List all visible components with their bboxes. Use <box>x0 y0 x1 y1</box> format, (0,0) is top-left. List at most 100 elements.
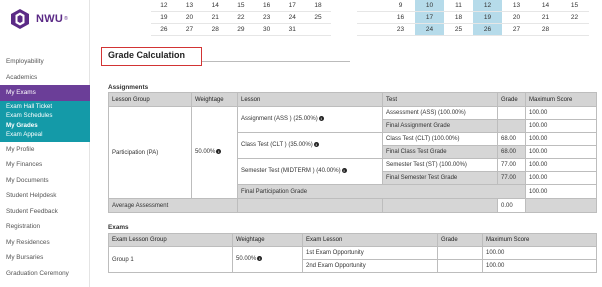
max-score: 100.00 <box>525 132 597 146</box>
sidebar-item-academics[interactable]: Academics <box>0 70 90 86</box>
calendar-day[interactable]: 13 <box>176 0 203 13</box>
final-participation-label: Final Participation Grade <box>237 184 526 199</box>
calendar-day[interactable]: 19 <box>151 11 177 24</box>
calendar-day[interactable]: 25 <box>305 11 331 24</box>
info-icon[interactable]: i <box>257 256 263 262</box>
table-header-row: Lesson Group Weightage Lesson Test Grade… <box>108 92 597 107</box>
calendar-day-highlighted[interactable]: 10 <box>415 0 444 13</box>
info-icon[interactable]: i <box>341 168 347 174</box>
sidebar-item-my-profile[interactable]: My Profile <box>0 142 90 158</box>
calendar-day-highlighted[interactable]: 12 <box>473 0 502 13</box>
calendar-day-highlighted[interactable]: 26 <box>473 23 502 36</box>
calendar-day[interactable]: 27 <box>502 23 531 36</box>
calendar-day[interactable]: 29 <box>228 23 254 36</box>
calendar-day[interactable]: 20 <box>502 11 531 24</box>
sidebar-subitem-exam-schedules[interactable]: Exam Schedules <box>0 111 90 121</box>
calendar-week: 9 10 11 12 13 14 15 <box>357 0 589 13</box>
average-spacer <box>525 198 597 213</box>
average-spacer <box>237 198 383 213</box>
table-row: Average Assessment 0.00 <box>108 198 597 213</box>
calendar-day[interactable]: 26 <box>151 23 177 36</box>
grade-value <box>437 259 483 273</box>
calendar-day[interactable]: 14 <box>202 0 229 13</box>
lesson-group-cell: Participation (PA) <box>108 106 192 199</box>
assignments-table: Lesson Group Weightage Lesson Test Grade… <box>108 92 597 213</box>
average-spacer <box>382 198 498 213</box>
sidebar-item-student-feedback[interactable]: Student Feedback <box>0 204 90 220</box>
lesson-name: Class Test (CLT ) (35.00%) <box>241 142 313 149</box>
sidebar-item-graduation-ceremony[interactable]: Graduation Ceremony <box>0 266 90 282</box>
info-icon[interactable]: i <box>216 149 222 155</box>
calendar-day[interactable]: 27 <box>176 23 203 36</box>
calendar-day[interactable]: 22 <box>228 11 254 24</box>
calendar-day <box>357 11 386 24</box>
calendar-day-highlighted[interactable]: 17 <box>415 11 444 24</box>
calendar-day[interactable]: 31 <box>279 23 306 36</box>
calendar-day[interactable]: 24 <box>279 11 306 24</box>
sidebar-subitem-my-grades[interactable]: My Grades <box>0 121 90 131</box>
brand-logo[interactable]: NWU ® <box>8 6 68 32</box>
sidebar-item-my-residences[interactable]: My Residences <box>0 235 90 251</box>
calendar-day[interactable]: 22 <box>560 11 589 24</box>
sidebar-item-my-bursaries[interactable]: My Bursaries <box>0 250 90 266</box>
test-name: Semester Test (ST) (100.00%) <box>382 158 498 172</box>
sidebar-item-my-documents[interactable]: My Documents <box>0 173 90 189</box>
final-grade-value: 68.00 <box>497 145 526 159</box>
calendar-week: 16 17 18 19 20 21 22 <box>357 11 589 24</box>
calendar-day[interactable]: 28 <box>202 23 229 36</box>
calendar-day[interactable]: 11 <box>444 0 473 13</box>
calendar-day-highlighted[interactable]: 24 <box>415 23 444 36</box>
sidebar-item-my-exams[interactable]: My Exams <box>0 85 90 101</box>
sidebar-item-my-finances[interactable]: My Finances <box>0 157 90 173</box>
calendar-day[interactable]: 16 <box>386 11 415 24</box>
column-header: Test <box>382 92 498 107</box>
column-header: Grade <box>437 233 483 247</box>
sidebar-item-registration[interactable]: Registration <box>0 219 90 235</box>
sidebar-item-employability[interactable]: Employability <box>0 54 90 70</box>
max-score: 100.00 <box>525 145 597 159</box>
sidebar-submenu-exams: Exam Hall Ticket Exam Schedules My Grade… <box>0 100 90 142</box>
calendar-day[interactable]: 17 <box>279 0 306 13</box>
exam-lesson: 2nd Exam Opportunity <box>302 259 438 273</box>
calendar-day[interactable]: 13 <box>502 0 531 13</box>
calendar-day[interactable]: 15 <box>560 0 589 13</box>
lesson-cell: Assignment (ASS ) (25.00%) i <box>237 106 383 133</box>
grade-value: 77.00 <box>497 158 526 172</box>
calendar-day <box>357 0 386 13</box>
exams-heading: Exams <box>108 224 129 231</box>
calendar-day[interactable]: 14 <box>531 0 560 13</box>
lesson-cell: Semester Test (MIDTERM ) (40.00%) i <box>237 158 383 185</box>
calendar-day[interactable]: 18 <box>444 11 473 24</box>
test-name: Class Test (CLT) (100.00%) <box>382 132 498 146</box>
average-grade: 0.00 <box>497 198 526 213</box>
calendar-day[interactable]: 23 <box>386 23 415 36</box>
max-score: 100.00 <box>525 171 597 185</box>
sidebar-subitem-exam-appeal[interactable]: Exam Appeal <box>0 130 90 140</box>
nwu-logo-icon <box>11 9 29 29</box>
calendar-week: 19 20 21 22 23 24 25 <box>151 11 331 24</box>
max-score: 100.00 <box>482 246 597 260</box>
sidebar-item-student-helpdesk[interactable]: Student Helpdesk <box>0 188 90 204</box>
final-grade-label: Final Semester Test Grade <box>382 171 498 185</box>
calendar-day[interactable]: 9 <box>386 0 415 13</box>
info-icon[interactable]: i <box>313 142 319 148</box>
calendar-day[interactable]: 12 <box>151 0 177 13</box>
calendar-day-highlighted[interactable]: 19 <box>473 11 502 24</box>
sidebar-subitem-exam-hall-ticket[interactable]: Exam Hall Ticket <box>0 102 90 112</box>
calendar-day[interactable]: 15 <box>228 0 254 13</box>
calendar-day[interactable]: 16 <box>253 0 280 13</box>
calendar-day[interactable]: 28 <box>531 23 560 36</box>
calendar-day[interactable]: 23 <box>253 11 280 24</box>
final-grade-value: 77.00 <box>497 171 526 185</box>
calendar-day[interactable]: 21 <box>531 11 560 24</box>
calendar-day[interactable]: 20 <box>176 11 203 24</box>
calendar-day[interactable]: 18 <box>305 0 331 13</box>
table-row: Participation (PA) 50.00% i Assignment (A… <box>108 106 597 199</box>
table-row: Group 1 50.00% i 1st Exam Opportunity 100… <box>108 246 597 273</box>
calendar-day[interactable]: 21 <box>202 11 229 24</box>
calendar-day[interactable]: 30 <box>253 23 280 36</box>
sidebar-nav: Employability Academics My Exams Exam Ha… <box>0 54 90 281</box>
grade-value <box>497 106 526 120</box>
info-icon[interactable]: i <box>318 116 324 122</box>
calendar-day[interactable]: 25 <box>444 23 473 36</box>
